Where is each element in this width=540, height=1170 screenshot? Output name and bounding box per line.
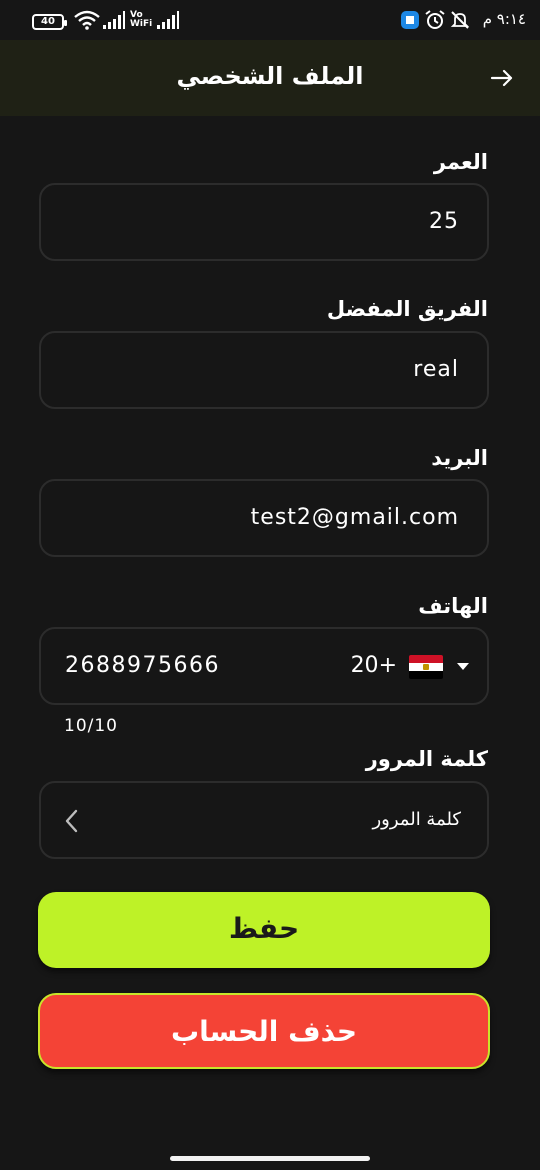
save-button[interactable]: حفظ bbox=[38, 892, 490, 968]
chevron-down-icon[interactable] bbox=[457, 663, 469, 670]
country-code: +20 bbox=[350, 653, 397, 678]
email-label: البريد bbox=[431, 446, 488, 470]
signal-icon bbox=[103, 11, 125, 29]
delete-account-button-label: حذف الحساب bbox=[170, 1015, 358, 1048]
alarm-icon bbox=[425, 10, 445, 29]
app-header: الملف الشخصي bbox=[0, 40, 540, 116]
signal-icon bbox=[157, 11, 179, 29]
notifications-off-icon bbox=[450, 11, 470, 29]
favorite-team-field[interactable]: real bbox=[39, 331, 489, 409]
age-value: 25 bbox=[429, 209, 459, 234]
favorite-team-label: الفريق المفضل bbox=[326, 297, 488, 321]
delete-account-button[interactable]: حذف الحساب bbox=[38, 993, 490, 1069]
wifi-icon bbox=[74, 10, 100, 30]
age-label: العمر bbox=[433, 150, 488, 174]
phone-field[interactable]: 2688975666 +20 bbox=[39, 627, 489, 705]
password-field[interactable]: كلمة المرور bbox=[39, 781, 489, 859]
page-title: الملف الشخصي bbox=[176, 62, 364, 90]
phone-char-counter: 10/10 bbox=[64, 716, 118, 736]
status-time: ٩:١٤ م bbox=[482, 10, 526, 28]
profile-screen: 40 Vo WiFi ٩:١٤ م الملف الشخصي العمر 25 … bbox=[0, 0, 540, 1170]
vowifi-label: Vo WiFi bbox=[130, 10, 153, 29]
password-value: كلمة المرور bbox=[372, 809, 461, 830]
battery-icon: 40 bbox=[32, 14, 67, 30]
email-value: test2@gmail.com bbox=[250, 505, 459, 530]
home-indicator[interactable] bbox=[170, 1156, 370, 1161]
age-field[interactable]: 25 bbox=[39, 183, 489, 261]
app-notification-icon bbox=[401, 11, 419, 29]
email-field[interactable]: test2@gmail.com bbox=[39, 479, 489, 557]
chevron-left-icon bbox=[65, 809, 78, 833]
save-button-label: حفظ bbox=[228, 912, 300, 945]
phone-number-value: 2688975666 bbox=[65, 653, 220, 678]
favorite-team-value: real bbox=[413, 357, 459, 382]
password-label: كلمة المرور bbox=[365, 747, 488, 771]
status-bar: 40 Vo WiFi ٩:١٤ م bbox=[0, 0, 540, 40]
phone-label: الهاتف bbox=[418, 594, 488, 618]
egypt-flag-icon[interactable] bbox=[409, 655, 443, 679]
arrow-right-icon[interactable] bbox=[488, 64, 516, 92]
